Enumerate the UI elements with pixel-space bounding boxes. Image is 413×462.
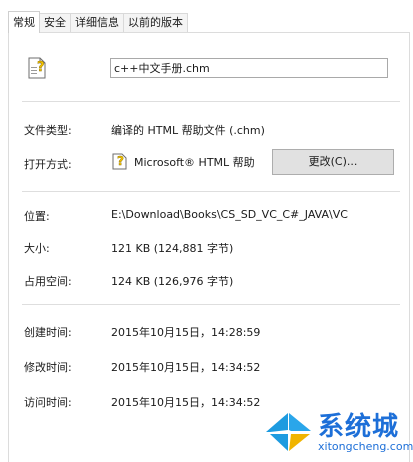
svg-text:?: ?: [37, 60, 45, 75]
modified-label: 修改时间:: [24, 361, 72, 374]
modified-value: 2015年10月15日，14:34:52: [111, 361, 261, 374]
open-with-label: 打开方式:: [24, 158, 72, 171]
tab-strip: 常规 安全 详细信息 以前的版本: [8, 11, 188, 33]
separator: [22, 304, 400, 305]
tab-security[interactable]: 安全: [39, 13, 71, 32]
watermark-brand: 系统城: [318, 412, 400, 442]
tab-previous-versions[interactable]: 以前的版本: [123, 13, 188, 32]
html-help-app-icon: ?: [112, 153, 127, 170]
location-label: 位置:: [24, 210, 50, 223]
accessed-label: 访问时间:: [24, 396, 72, 409]
location-value: E:\Download\Books\CS_SD_VC_C#_JAVA\VC: [111, 208, 348, 221]
tab-details[interactable]: 详细信息: [70, 13, 124, 32]
created-label: 创建时间:: [24, 326, 72, 339]
file-name-input[interactable]: [110, 58, 388, 78]
size-on-disk-value: 124 KB (126,976 字节): [111, 275, 234, 288]
size-label: 大小:: [24, 242, 50, 255]
chm-help-file-icon: ?: [28, 57, 46, 79]
change-button[interactable]: 更改(C)...: [272, 149, 394, 175]
svg-text:?: ?: [117, 154, 124, 168]
open-with-app-name: Microsoft® HTML 帮助: [134, 156, 255, 169]
accessed-value: 2015年10月15日，14:34:52: [111, 396, 261, 409]
tab-general[interactable]: 常规: [8, 11, 40, 33]
file-type-value: 编译的 HTML 帮助文件 (.chm): [111, 124, 265, 137]
separator: [22, 191, 400, 192]
size-on-disk-label: 占用空间:: [24, 275, 72, 288]
size-value: 121 KB (124,881 字节): [111, 242, 234, 255]
watermark-site: xitongcheng.com: [318, 440, 413, 453]
file-type-label: 文件类型:: [24, 124, 72, 137]
separator: [22, 101, 400, 102]
created-value: 2015年10月15日，14:28:59: [111, 326, 261, 339]
